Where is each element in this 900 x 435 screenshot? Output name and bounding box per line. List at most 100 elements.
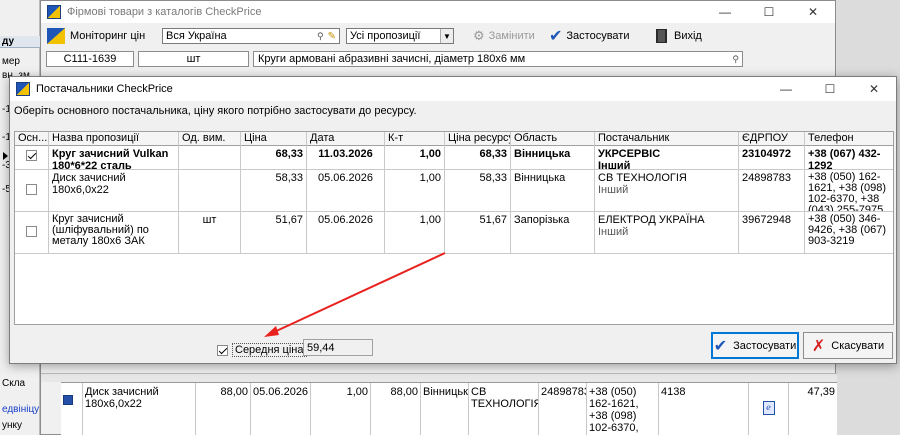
main-checkbox-cell — [15, 212, 49, 253]
col-unit[interactable]: Од. вим. — [179, 132, 241, 146]
cell-region: Вінницька — [421, 383, 469, 435]
cell-date: 05.06.2026 — [307, 212, 385, 253]
cell-extra: 4138 — [659, 383, 749, 435]
minimize-button[interactable]: — — [764, 78, 808, 100]
background-link[interactable]: едвініцу — [0, 404, 40, 415]
cell-date: 05.06.2026 — [251, 383, 311, 435]
main-supplier-checkbox[interactable] — [26, 150, 37, 161]
exit-label: Вихід — [674, 30, 702, 42]
main-supplier-checkbox[interactable] — [26, 226, 37, 237]
col-supplier[interactable]: Постачальник — [595, 132, 739, 146]
row-marker-icon — [63, 395, 73, 405]
background-fragment: мер — [2, 56, 20, 67]
exit-button[interactable]: Вихід — [655, 28, 702, 44]
cell-name: Диск зачисний 180x6,0x22 — [83, 383, 196, 435]
apply-button[interactable]: ✔ Застосувати — [711, 332, 799, 359]
table-row[interactable]: Диск зачисний 180x6,0x22 58,33 05.06.202… — [15, 170, 893, 212]
average-price-toggle[interactable]: Середня ціна — [217, 343, 307, 357]
resource-name-field[interactable]: Круги армовані абразивні зачисні, діамет… — [253, 51, 743, 67]
cell-price: 51,67 — [241, 212, 307, 253]
code-field[interactable]: С111-1639 — [46, 51, 134, 67]
average-price-label[interactable]: Середня ціна — [232, 343, 307, 357]
cell-edrpou: 24898783 — [539, 383, 587, 435]
cell-phone: +38 (050) 346-9426, +38 (067) 903-3219 — [808, 213, 886, 247]
close-button[interactable]: ✕ — [791, 1, 835, 23]
cell-region: Запорізька — [511, 212, 595, 253]
cell-edrpou: 39672948 — [739, 212, 805, 253]
background-fragment: унку — [2, 420, 23, 431]
cell-date: 05.06.2026 — [307, 170, 385, 211]
col-main[interactable]: Осн... — [15, 132, 49, 146]
table-row[interactable]: Круг зачисний (шліфувальний) по металу 1… — [15, 212, 893, 254]
cell-price: 88,00 — [196, 383, 251, 435]
region-combo[interactable]: Вся Україна ⚲ ✎ — [162, 28, 340, 44]
background-grid-row: Диск зачисний 180x6,0x22 88,00 05.06.202… — [61, 382, 837, 435]
cell-name: Диск зачисний 180x6,0x22 — [49, 170, 179, 211]
cell-action: ℯ — [749, 383, 789, 435]
apply-toolbar-button[interactable]: ✔ Застосувати — [549, 26, 629, 46]
cancel-label: Скасувати — [831, 339, 885, 352]
main-checkbox-cell — [15, 146, 49, 169]
cell-phone: +38 (067) 432-1292 — [808, 148, 881, 169]
cell-k: 1,00 — [385, 170, 445, 211]
col-phone[interactable]: Телефон — [805, 132, 893, 146]
app-icon — [16, 82, 30, 96]
chevron-down-icon: ▼ — [440, 29, 453, 43]
supplier-name: ЕЛЕКТРОД УКРАЇНА — [598, 214, 705, 226]
monitoring-button[interactable]: Моніторинг цін — [46, 27, 145, 45]
maximize-button[interactable]: ☐ — [747, 1, 791, 23]
table-row[interactable]: Круг зачисний Vulkan 180*6*22 сталь 68,3… — [15, 146, 893, 170]
average-price-checkbox[interactable] — [217, 344, 228, 356]
search-icon: ⚲ — [732, 53, 739, 64]
apply-label: Застосувати — [733, 339, 797, 352]
average-price-value: 59,44 — [303, 339, 373, 356]
col-res-price[interactable]: Ціна ресурсу — [445, 132, 511, 146]
dialog-title: Постачальники CheckPrice — [36, 83, 173, 95]
resource-fields: С111-1639 шт Круги армовані абразивні за… — [41, 51, 837, 67]
maximize-button[interactable]: ☐ — [808, 78, 852, 100]
apply-toolbar-label: Застосувати — [566, 30, 630, 42]
replace-button[interactable]: ⚙ Замінити — [473, 28, 535, 44]
cell-unit: шт — [179, 212, 241, 253]
col-price[interactable]: Ціна — [241, 132, 307, 146]
offers-combo-value: Усі пропозиції — [350, 30, 421, 42]
supplier-type: Інший — [598, 184, 629, 196]
cancel-button[interactable]: ✗ Скасувати — [803, 332, 893, 359]
cell-date: 11.03.2026 — [307, 146, 385, 169]
offers-combo[interactable]: Усі пропозиції ▼ — [346, 28, 454, 44]
cell-region: Вінницька — [511, 146, 595, 169]
cell-edrpou: 23104972 — [739, 146, 805, 169]
region-combo-value: Вся Україна — [166, 30, 227, 42]
document-icon[interactable]: ℯ — [762, 401, 775, 415]
main-titlebar: Фірмові товари з каталогів CheckPrice — … — [41, 1, 835, 23]
row-checkbox-cell — [61, 383, 83, 435]
current-row-indicator — [3, 152, 8, 160]
main-supplier-checkbox[interactable] — [26, 184, 37, 195]
main-checkbox-cell — [15, 170, 49, 211]
broom-icon: ✎ — [327, 30, 336, 42]
unit-field[interactable]: шт — [138, 51, 249, 67]
cell-res-price: 51,67 — [445, 212, 511, 253]
cell-edrpou: 24898783 — [739, 170, 805, 211]
cell-last: 47,39 — [807, 386, 835, 398]
cell-phone: +38 (050) 162-1621, +38 (098) 102-6370, … — [808, 171, 886, 212]
cell-k: 1,00 — [311, 383, 371, 435]
cell-res-price: 68,33 — [445, 146, 511, 169]
main-toolbar: Моніторинг цін Вся Україна ⚲ ✎ Усі пропо… — [41, 25, 835, 47]
dialog-titlebar: Постачальники CheckPrice — ☐ ✕ — [10, 77, 896, 101]
col-region[interactable]: Область — [511, 132, 595, 146]
minimize-button[interactable]: — — [703, 1, 747, 23]
app-icon — [47, 5, 61, 19]
close-button[interactable]: ✕ — [852, 78, 896, 100]
col-name[interactable]: Назва пропозиції — [49, 132, 179, 146]
col-k[interactable]: К-т — [385, 132, 445, 146]
dialog-footer: Середня ціна 59,44 ✔ Застосувати ✗ Скасу… — [10, 327, 896, 365]
cell-region: Вінницька — [511, 170, 595, 211]
col-date[interactable]: Дата — [307, 132, 385, 146]
cell-price: 58,33 — [241, 170, 307, 211]
cell-supplier: УКРСЕРВІС Інший — [595, 146, 739, 169]
resource-name-value: Круги армовані абразивні зачисні, діамет… — [258, 53, 526, 65]
monitoring-icon — [47, 28, 65, 44]
col-edrpou[interactable]: ЄДРПОУ — [739, 132, 805, 146]
cell-unit — [179, 146, 241, 169]
